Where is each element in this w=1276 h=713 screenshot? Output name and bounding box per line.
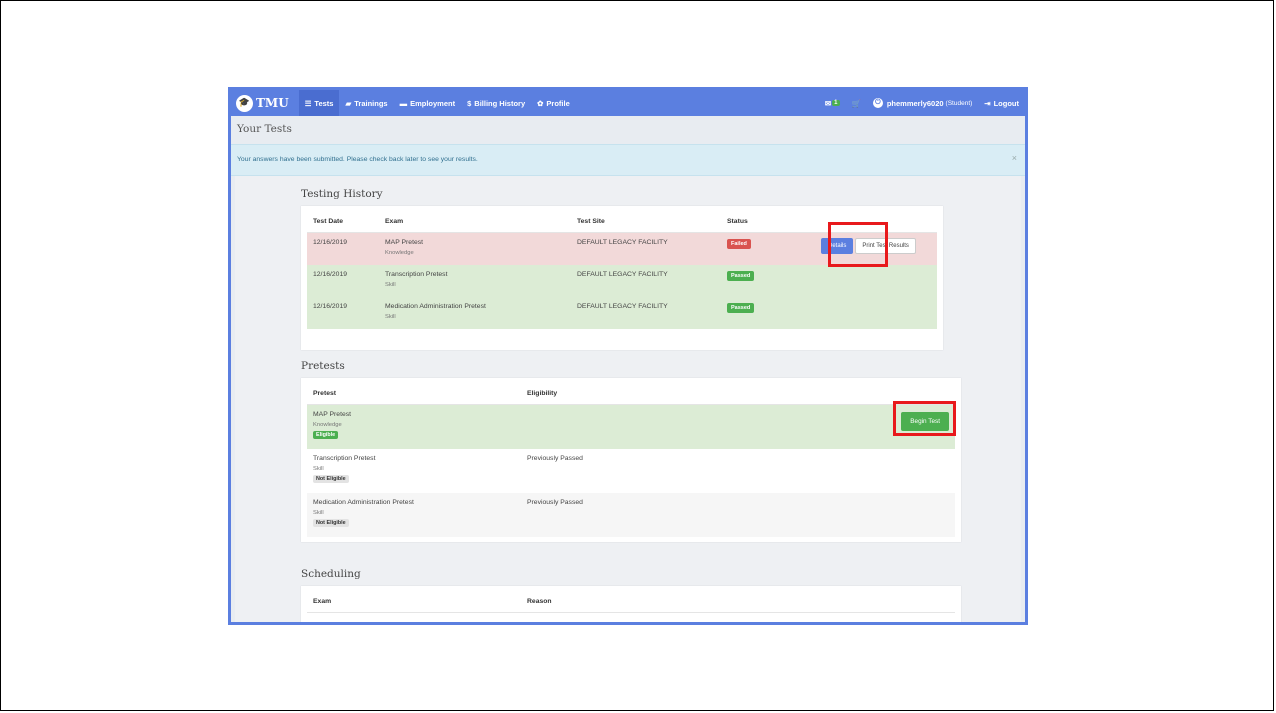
- status-badge: Failed: [727, 239, 751, 249]
- nav-employment[interactable]: ▬ Employment: [394, 90, 462, 116]
- eligibility-text: Previously Passed: [527, 454, 583, 462]
- nav-right: ✉ 1 🛒 ⏻ phemmerly6020 (Student) ⇥ Logout: [819, 90, 1025, 116]
- testing-history-title: Testing History: [301, 188, 383, 200]
- table-row: Transcription Pretest Skill Not Eligible…: [307, 449, 955, 493]
- status-cell: Passed: [721, 296, 937, 329]
- nav-profile[interactable]: ✿ Profile: [531, 90, 576, 116]
- exam-name: Medication Administration Pretest: [385, 302, 486, 310]
- test-date: 12/16/2019: [307, 264, 379, 297]
- pretest-cell: MAP Pretest Knowledge Eligible: [307, 404, 521, 449]
- column-header-test-site: Test Site: [571, 210, 721, 233]
- test-date: 12/16/2019: [307, 232, 379, 265]
- column-header-reason: Reason: [521, 590, 955, 613]
- table-row: Medication Administration Pretest Skill …: [307, 492, 955, 537]
- pretest-name: Medication Administration Pretest: [313, 498, 414, 506]
- eligibility-cell: Previously Passed: [521, 492, 955, 537]
- graduation-cap-icon: 🎓: [236, 94, 253, 112]
- gear-icon: ✿: [537, 98, 544, 108]
- pretest-type: Knowledge: [313, 422, 342, 428]
- logout-label: Logout: [993, 98, 1019, 108]
- user-role: (Student): [945, 99, 973, 107]
- pretest-cell: Transcription Pretest Skill Not Eligible: [307, 449, 521, 493]
- column-header-exam: Exam: [307, 590, 521, 613]
- table-row: 12/16/2019 Transcription Pretest Skill D…: [307, 264, 937, 297]
- test-site: DEFAULT LEGACY FACILITY: [571, 232, 721, 265]
- pretests-table: Pretest Eligibility MAP Pretest Knowledg…: [307, 382, 955, 537]
- table-row: MAP Pretest Knowledge Eligible Begin Tes…: [307, 404, 955, 449]
- power-icon: ⏻: [872, 98, 883, 108]
- column-header-eligibility: Eligibility: [521, 382, 955, 405]
- scheduling-card: Exam Reason: [301, 586, 961, 622]
- eligibility-cell: Begin Test: [521, 404, 955, 449]
- app-window: 🎓 TMU ☰ Tests ▰ Trainings ▬ Employment $…: [228, 87, 1028, 625]
- begin-test-highlight-box: [893, 401, 956, 436]
- nav-billing-history-label: Billing History: [474, 98, 526, 108]
- exam-cell: Medication Administration Pretest Skill: [379, 296, 571, 329]
- book-icon: ▰: [345, 98, 352, 108]
- alert-close-button[interactable]: ×: [1012, 153, 1017, 163]
- pretest-name: MAP Pretest: [313, 411, 352, 418]
- exam-type: Knowledge: [385, 250, 414, 256]
- briefcase-icon: ▬: [399, 98, 408, 108]
- table-row: 12/16/2019 Medication Administration Pre…: [307, 296, 937, 329]
- logout-button[interactable]: ⇥ Logout: [978, 90, 1025, 116]
- table-icon: ☰: [304, 98, 312, 108]
- eligibility-text: Previously Passed: [527, 498, 583, 506]
- username: phemmerly6020: [886, 98, 944, 108]
- column-header-pretest: Pretest: [307, 382, 521, 405]
- test-site: DEFAULT LEGACY FACILITY: [571, 264, 721, 297]
- pretests-title: Pretests: [301, 360, 345, 372]
- exam-cell: Transcription Pretest Skill: [379, 264, 571, 297]
- test-site: DEFAULT LEGACY FACILITY: [571, 296, 721, 329]
- brand-logo[interactable]: 🎓 TMU: [236, 94, 289, 112]
- pretests-card: Pretest Eligibility MAP Pretest Knowledg…: [301, 378, 961, 542]
- cart-icon: 🛒: [851, 98, 861, 108]
- exam-type: Skill: [385, 313, 396, 320]
- envelope-icon: ✉: [824, 98, 832, 108]
- scheduling-table: Exam Reason: [307, 590, 955, 613]
- nav-tests[interactable]: ☰ Tests: [298, 90, 340, 116]
- mail-count-badge: 1: [832, 100, 840, 106]
- eligibility-cell: Previously Passed: [521, 449, 955, 493]
- dollar-icon: $: [467, 98, 472, 108]
- column-header-test-date: Test Date: [307, 210, 379, 233]
- exam-name: MAP Pretest: [385, 239, 424, 246]
- page-header: Your Tests: [231, 116, 1025, 142]
- status-cell: Passed: [721, 264, 937, 297]
- nav-trainings-label: Trainings: [354, 98, 388, 108]
- alert-message: Your answers have been submitted. Please…: [237, 156, 478, 163]
- pretest-type: Skill: [313, 465, 324, 472]
- pretest-type: Skill: [313, 509, 324, 516]
- nav-billing-history[interactable]: $ Billing History: [461, 90, 531, 116]
- page-title: Your Tests: [237, 123, 292, 135]
- pretest-name: Transcription Pretest: [313, 454, 376, 462]
- not-eligible-badge: Not Eligible: [313, 474, 349, 483]
- nav-tests-label: Tests: [314, 98, 334, 108]
- mail-button[interactable]: ✉ 1: [819, 90, 846, 116]
- top-navbar: 🎓 TMU ☰ Tests ▰ Trainings ▬ Employment $…: [231, 90, 1025, 116]
- pretest-cell: Medication Administration Pretest Skill …: [307, 492, 521, 537]
- column-header-exam: Exam: [379, 210, 571, 233]
- nav-trainings[interactable]: ▰ Trainings: [339, 90, 393, 116]
- brand-name: TMU: [256, 96, 289, 110]
- info-alert: Your answers have been submitted. Please…: [231, 144, 1025, 176]
- user-menu[interactable]: ⏻ phemmerly6020 (Student): [867, 90, 978, 116]
- nav-profile-label: Profile: [546, 98, 570, 108]
- test-date: 12/16/2019: [307, 296, 379, 329]
- logout-icon: ⇥: [984, 98, 991, 108]
- details-highlight-box: [828, 222, 888, 267]
- status-badge: Passed: [727, 302, 755, 313]
- eligible-badge: Eligible: [313, 431, 339, 439]
- status-badge: Passed: [727, 270, 755, 281]
- exam-name: Transcription Pretest: [385, 270, 448, 278]
- cart-button[interactable]: 🛒: [846, 90, 867, 116]
- not-eligible-badge: Not Eligible: [313, 518, 349, 527]
- scheduling-title: Scheduling: [301, 568, 361, 580]
- nav-employment-label: Employment: [410, 98, 456, 108]
- exam-cell: MAP Pretest Knowledge: [379, 232, 571, 265]
- exam-type: Skill: [385, 281, 396, 288]
